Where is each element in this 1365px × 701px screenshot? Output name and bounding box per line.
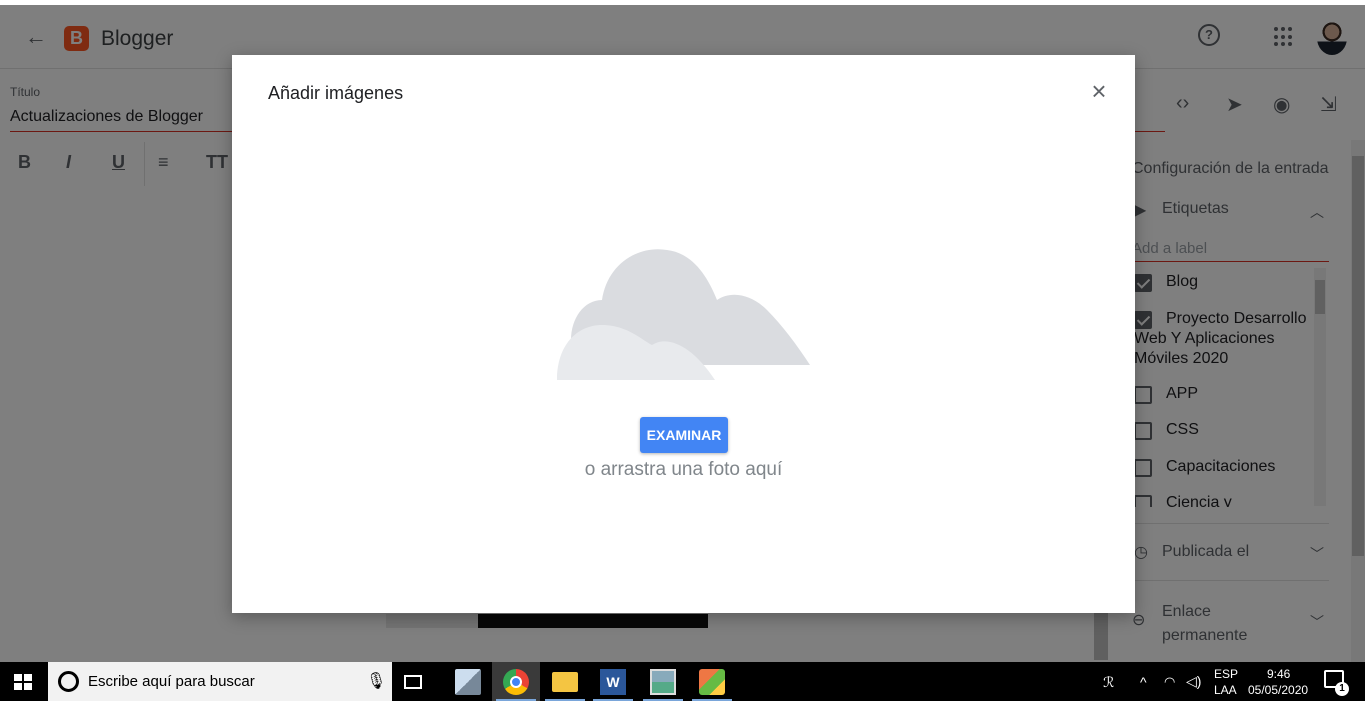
- taskbar-search[interactable]: Escribe aquí para buscar 🎙: [48, 662, 392, 701]
- photos-app-icon[interactable]: [455, 669, 481, 695]
- language-code[interactable]: ESP: [1214, 667, 1238, 681]
- clock-date[interactable]: 05/05/2020: [1248, 683, 1308, 697]
- microphone-icon[interactable]: 🎙: [366, 671, 386, 691]
- wifi-icon[interactable]: ◠: [1164, 674, 1175, 690]
- volume-icon[interactable]: ◁): [1186, 673, 1201, 690]
- clock-time[interactable]: 9:46: [1267, 667, 1290, 681]
- people-icon[interactable]: ℛ: [1103, 674, 1114, 691]
- file-explorer-icon[interactable]: [552, 672, 578, 692]
- chrome-icon[interactable]: [503, 669, 529, 695]
- windows-start-icon[interactable]: [14, 674, 32, 690]
- close-icon[interactable]: ×: [1087, 78, 1111, 104]
- notification-count-badge: 1: [1335, 682, 1349, 696]
- add-images-dialog: Añadir imágenes × EXAMINAR o arrastra un…: [232, 55, 1135, 613]
- browse-button[interactable]: EXAMINAR: [640, 417, 728, 453]
- cortana-icon: [58, 671, 79, 692]
- image-viewer-icon[interactable]: [650, 669, 676, 695]
- dialog-title: Añadir imágenes: [268, 83, 404, 103]
- search-placeholder: Escribe aquí para buscar: [88, 673, 255, 690]
- word-icon[interactable]: W: [600, 669, 626, 695]
- windows-taskbar: Escribe aquí para buscar 🎙 W ℛ ^ ◠ ◁) ES…: [0, 662, 1365, 701]
- cloud-upload-illustration: [557, 249, 810, 380]
- drop-hint: o arrastra una foto aquí: [584, 459, 783, 480]
- paint-icon[interactable]: [699, 669, 725, 695]
- task-view-icon[interactable]: [404, 675, 422, 689]
- tray-chevron-icon[interactable]: ^: [1140, 674, 1147, 690]
- keyboard-layout[interactable]: LAA: [1214, 683, 1237, 697]
